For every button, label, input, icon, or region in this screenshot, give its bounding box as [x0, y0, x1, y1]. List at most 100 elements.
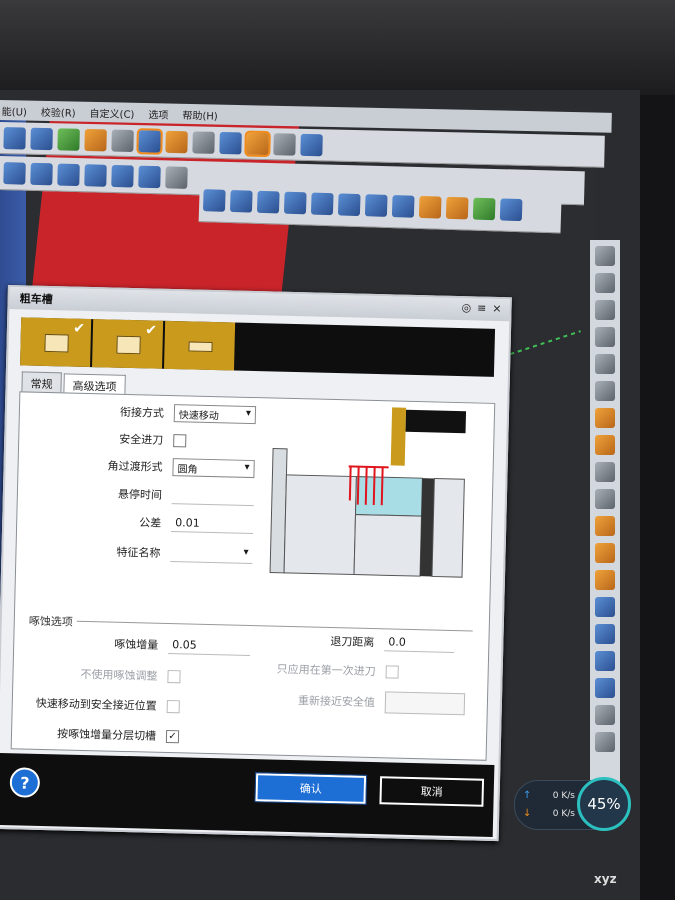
operation-step-bar: ✔ ✔	[20, 317, 496, 377]
retract-input[interactable]: 0.0	[384, 633, 455, 654]
view-icon[interactable]	[595, 570, 615, 590]
dialog-settings-icon[interactable]: ◎	[461, 301, 471, 314]
view-icon[interactable]	[595, 624, 615, 644]
menu-item[interactable]: 帮助(H)	[182, 106, 218, 122]
download-arrow-icon: ↓	[523, 808, 532, 819]
toolbar-tool-icon[interactable]	[165, 130, 188, 153]
dialog-close-icon[interactable]: ×	[492, 302, 502, 315]
view-icon[interactable]	[595, 597, 615, 617]
toolbar-tool-icon[interactable]	[256, 190, 280, 213]
ok-button[interactable]: 确认	[254, 772, 368, 805]
view-icon[interactable]	[595, 435, 615, 455]
view-icon[interactable]	[595, 462, 615, 482]
toolbar-grid-icon[interactable]	[273, 132, 296, 156]
view-icon[interactable]	[595, 543, 615, 563]
toolbar-tool-icon[interactable]	[310, 192, 334, 215]
toolbar-tool-icon[interactable]	[3, 161, 26, 185]
view-icon[interactable]	[595, 246, 615, 266]
view-icon[interactable]	[595, 489, 615, 509]
tolerance-label: 公差	[139, 516, 162, 530]
toolbar-tool-icon[interactable]	[111, 129, 134, 152]
first-feed-checkbox[interactable]	[385, 664, 399, 679]
view-icon[interactable]	[595, 705, 615, 725]
step-part-button[interactable]: ✔	[20, 317, 92, 368]
feature-select[interactable]	[170, 544, 253, 565]
step-tool-button[interactable]	[163, 320, 236, 371]
toolbar-tool-icon[interactable]	[84, 128, 107, 151]
connect-select[interactable]: 快速移动	[173, 404, 257, 425]
toolbar-cube-icon[interactable]	[136, 127, 163, 155]
safe-feed-checkbox[interactable]	[173, 433, 187, 447]
corner-label: 角过渡形式	[107, 459, 163, 474]
toolbar-tool-icon[interactable]	[364, 193, 388, 217]
menu-item[interactable]: 自定义(C)	[90, 104, 135, 120]
safe-feed-row: 安全进刀	[59, 429, 187, 448]
toolbar-tool-icon[interactable]	[111, 164, 134, 187]
check-icon: ✔	[145, 322, 158, 339]
toolbar-tool-icon[interactable]	[337, 192, 361, 216]
view-icon[interactable]	[595, 678, 615, 698]
toolbar-tool-icon[interactable]	[445, 196, 469, 219]
menu-item[interactable]: 能(U)	[2, 103, 27, 119]
view-icon[interactable]	[595, 516, 615, 536]
dialog-menu-icon[interactable]: ≡	[477, 301, 487, 314]
no-adjust-checkbox[interactable]	[167, 669, 181, 683]
feature-label: 特征名称	[116, 545, 161, 560]
view-icon[interactable]	[595, 732, 615, 752]
toolbar-tool-icon[interactable]	[391, 194, 415, 218]
toolbar-tool-icon[interactable]	[84, 163, 107, 187]
toolbar-tool-icon[interactable]	[300, 133, 323, 156]
rough-groove-dialog: 粗车槽 ◎ ≡ × ✔ ✔ 常规 高级选项 衔接方式 快速移动 安全进刀	[0, 285, 512, 842]
reapproach-row: 重新接近安全值	[269, 689, 466, 716]
rapid-safe-row: 快速移动到安全接近位置	[15, 694, 180, 714]
step-stock-button[interactable]: ✔	[92, 319, 164, 369]
toolbar-tool-icon[interactable]	[3, 126, 26, 150]
toolbar-tool-icon[interactable]	[219, 131, 242, 154]
toolbar-tool-icon[interactable]	[472, 197, 496, 220]
reapproach-input[interactable]	[384, 691, 466, 716]
toolbar-tool-icon[interactable]	[165, 165, 188, 189]
retract-row: 退刀距离 0.0	[274, 631, 455, 654]
view-icon[interactable]	[595, 327, 615, 347]
view-icon[interactable]	[595, 354, 615, 374]
view-icon[interactable]	[595, 300, 615, 320]
tool-icon	[188, 341, 213, 353]
rapid-safe-checkbox[interactable]	[166, 699, 180, 713]
toolbar-tool-icon[interactable]	[202, 188, 226, 212]
peck-section-title: 啄蚀选项	[28, 614, 73, 629]
toolbar-tool-icon[interactable]	[57, 163, 80, 186]
dialog-title: 粗车槽	[19, 292, 53, 307]
toolbar-tool-icon[interactable]	[244, 130, 271, 157]
toolbar-tool-icon[interactable]	[30, 162, 53, 185]
toolbar-tool-icon[interactable]	[418, 195, 442, 219]
workpiece-right-body	[431, 477, 465, 578]
toolbar-tool-icon[interactable]	[57, 127, 80, 151]
rapid-safe-label: 快速移动到安全接近位置	[35, 696, 157, 713]
dwell-input[interactable]	[171, 486, 255, 507]
menu-item[interactable]: 校验(R)	[41, 103, 76, 119]
toolbar-tool-icon[interactable]	[138, 165, 161, 188]
workpiece-groove-bottom	[353, 514, 422, 577]
view-icon[interactable]	[595, 273, 615, 293]
toolbar-tool-icon[interactable]	[229, 189, 253, 213]
layer-checkbox[interactable]: ✓	[165, 729, 180, 743]
axis-triad-label: xyz	[594, 872, 617, 886]
toolbar-tool-icon[interactable]	[192, 130, 215, 154]
menu-item[interactable]: 选项	[148, 106, 168, 121]
right-view-toolbar	[590, 240, 620, 816]
toolbar-tool-icon[interactable]	[499, 197, 523, 221]
dwell-row: 悬停时间	[58, 483, 255, 507]
first-feed-label: 只应用在第一次进刀	[276, 662, 376, 679]
corner-select[interactable]: 圆角	[172, 458, 255, 479]
tolerance-input[interactable]: 0.01	[171, 514, 254, 535]
toolbar-tool-icon[interactable]	[30, 127, 53, 150]
increment-input[interactable]: 0.05	[168, 636, 251, 657]
increment-row: 啄蚀增量 0.05	[54, 633, 251, 657]
cancel-button[interactable]: 取消	[379, 776, 485, 807]
reapproach-label: 重新接近安全值	[297, 694, 376, 710]
view-icon[interactable]	[595, 408, 615, 428]
view-icon[interactable]	[595, 651, 615, 671]
toolbar-tool-icon[interactable]	[283, 191, 307, 214]
view-icon[interactable]	[595, 381, 615, 401]
first-feed-row: 只应用在第一次进刀	[270, 661, 399, 680]
